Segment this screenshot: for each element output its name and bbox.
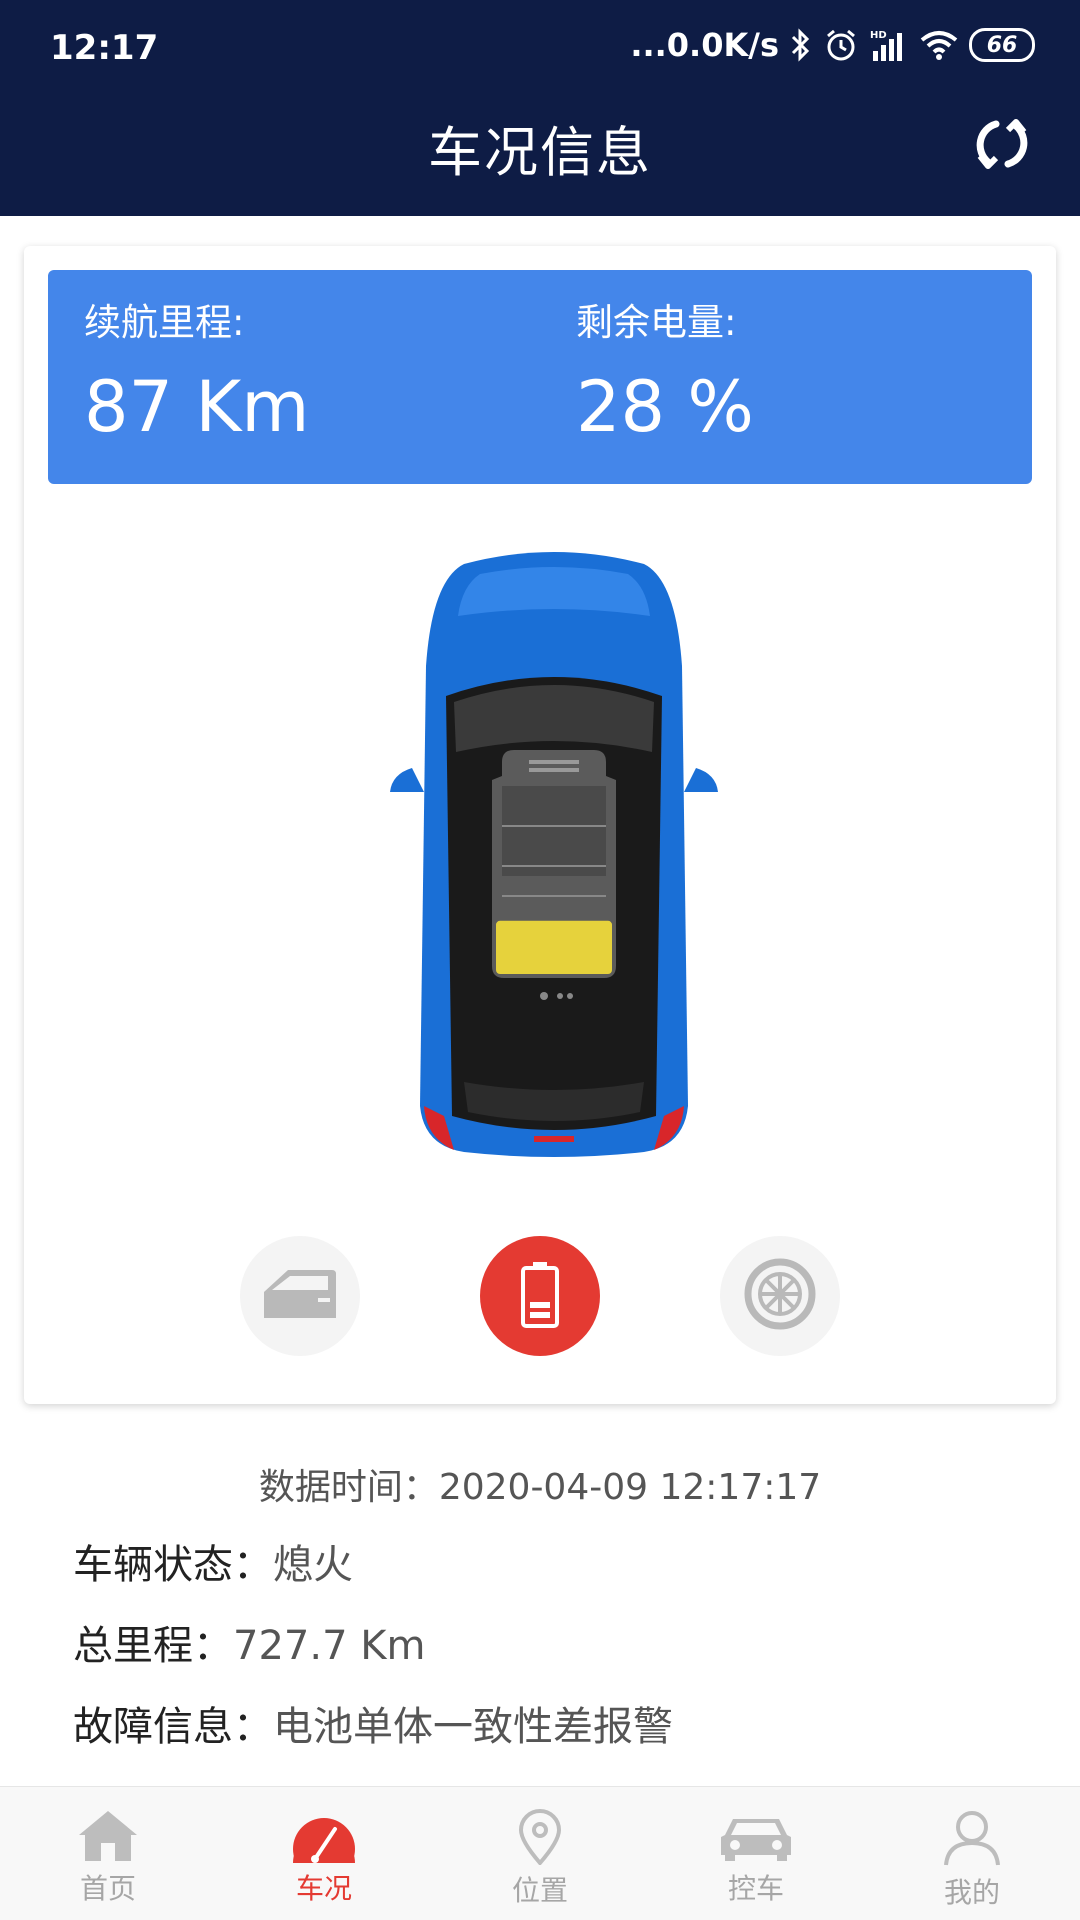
range-label: 续航里程: — [84, 301, 245, 344]
data-time: 数据时间：2020-04-09 12:17:17 — [0, 1458, 1080, 1510]
battery-view-button[interactable] — [480, 1236, 600, 1356]
door-icon — [262, 1266, 338, 1326]
nav-control[interactable]: 控车 — [648, 1787, 864, 1920]
nav-profile-label: 我的 — [943, 1876, 1000, 1909]
refresh-icon[interactable] — [970, 112, 1034, 176]
vehicle-status-value: 熄火 — [273, 1542, 353, 1588]
bottom-navigation: 首页 车况 位置 控车 我的 — [0, 1786, 1080, 1920]
total-mileage-row: 总里程：727.7 Km — [73, 1613, 425, 1671]
svg-text:HD: HD — [870, 30, 887, 41]
nav-home-label: 首页 — [79, 1872, 136, 1905]
vehicle-status-row: 车辆状态：熄火 — [73, 1532, 353, 1590]
fault-info-row: 故障信息：电池单体一致性差报警 — [73, 1694, 673, 1752]
status-time: 12:17 — [50, 28, 159, 68]
alarm-icon — [823, 27, 859, 63]
app-header: 12:17 ...0.0K/s HD 66 车况信息 — [0, 0, 1080, 216]
user-icon — [942, 1809, 1002, 1867]
nav-control-label: 控车 — [727, 1872, 784, 1905]
nav-profile[interactable]: 我的 — [864, 1787, 1080, 1920]
stats-panel: 续航里程: 87 Km 剩余电量: 28 % — [48, 270, 1032, 484]
data-time-value: 2020-04-09 12:17:17 — [438, 1467, 822, 1508]
range-stat: 续航里程: 87 Km — [84, 292, 309, 448]
nav-status-label: 车况 — [295, 1872, 352, 1905]
status-bar: 12:17 ...0.0K/s HD 66 — [0, 0, 1080, 96]
location-icon — [517, 1809, 563, 1865]
data-time-label: 数据时间： — [258, 1467, 439, 1508]
total-mileage-value: 727.7 Km — [233, 1623, 426, 1669]
status-icons: ...0.0K/s HD 66 — [630, 26, 1035, 64]
vehicle-card: 续航里程: 87 Km 剩余电量: 28 % — [24, 246, 1056, 1404]
car-top-view-image — [384, 546, 724, 1166]
battery-stat: 剩余电量: 28 % — [576, 292, 754, 448]
nav-location-label: 位置 — [511, 1874, 568, 1907]
tire-icon — [744, 1258, 816, 1334]
wifi-icon — [919, 27, 959, 63]
network-speed: ...0.0K/s — [630, 26, 779, 64]
bluetooth-icon — [789, 27, 813, 63]
battery-icon — [520, 1260, 560, 1332]
nav-status[interactable]: 车况 — [216, 1787, 432, 1920]
battery-label: 剩余电量: — [576, 301, 737, 344]
view-tabs — [24, 1236, 1056, 1366]
battery-value: 28 % — [576, 366, 754, 448]
nav-home[interactable]: 首页 — [0, 1787, 216, 1920]
signal-icon: HD — [869, 27, 909, 63]
total-mileage-label: 总里程： — [73, 1623, 233, 1669]
door-view-button[interactable] — [240, 1236, 360, 1356]
gauge-icon — [291, 1809, 357, 1863]
tire-view-button[interactable] — [720, 1236, 840, 1356]
page-title: 车况信息 — [428, 121, 652, 184]
home-icon — [77, 1809, 139, 1863]
vehicle-status-label: 车辆状态： — [73, 1542, 273, 1588]
range-value: 87 Km — [84, 366, 310, 448]
fault-label: 故障信息： — [73, 1704, 273, 1750]
fault-value: 电池单体一致性差报警 — [273, 1704, 673, 1750]
nav-location[interactable]: 位置 — [432, 1787, 648, 1920]
battery-icon: 66 — [969, 28, 1035, 62]
car-icon — [719, 1809, 793, 1863]
